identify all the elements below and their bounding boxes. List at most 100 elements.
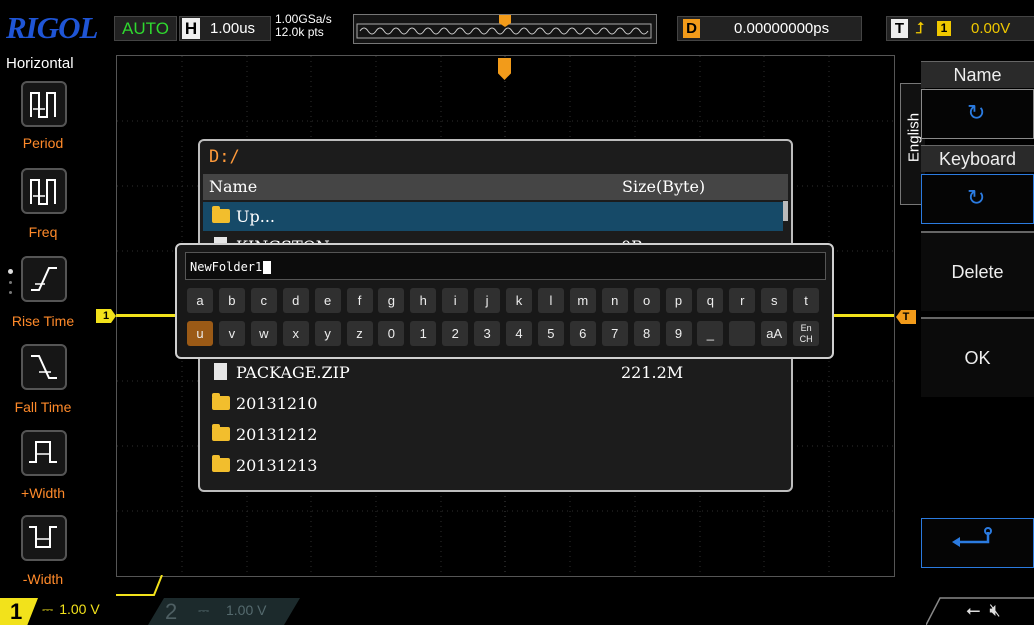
- key-q[interactable]: q: [697, 288, 724, 313]
- ch1-scale-value: 1.00 V: [59, 601, 100, 617]
- file-name: PACKAGE.ZIP: [236, 363, 350, 382]
- key-p[interactable]: p: [665, 288, 692, 313]
- key-1[interactable]: 1: [410, 321, 437, 346]
- key-j[interactable]: j: [474, 288, 501, 313]
- menu-page-dot: [9, 291, 12, 294]
- language-label: English: [905, 112, 923, 163]
- delete-button[interactable]: Delete: [921, 231, 1034, 311]
- key-_[interactable]: _: [697, 321, 724, 346]
- key-En-CH[interactable]: En CH: [793, 321, 820, 346]
- key-5[interactable]: 5: [537, 321, 564, 346]
- key-space[interactable]: [729, 321, 756, 346]
- up-folder-icon: [212, 206, 230, 223]
- key-l[interactable]: l: [537, 288, 564, 313]
- keyboard-knob-box[interactable]: ↻: [921, 174, 1034, 224]
- period-icon: [21, 81, 67, 127]
- memory-overview-bar: [353, 14, 657, 44]
- run-status[interactable]: AUTO: [114, 16, 177, 41]
- trigger-display[interactable]: T ⮥ 1 0.00V: [886, 16, 1034, 41]
- horizontal-timebase[interactable]: H 1.00us: [179, 16, 271, 41]
- key-4[interactable]: 4: [506, 321, 532, 346]
- ch2-badge[interactable]: 2 ⎓ 1.00 V: [148, 598, 300, 625]
- period-label: Period: [22, 135, 64, 151]
- key-7[interactable]: 7: [601, 321, 628, 346]
- key-i[interactable]: i: [442, 288, 469, 313]
- rising-edge-icon: ⮥: [915, 20, 925, 37]
- dc-coupling-icon: ⎓: [198, 602, 210, 618]
- rise-time-icon: [21, 256, 67, 302]
- current-path: D:/: [209, 147, 240, 167]
- keyboard-header: Keyboard: [921, 145, 1034, 172]
- folder-icon: [212, 424, 230, 441]
- speaker-mute-icon: 🔇︎: [989, 600, 1001, 620]
- file-name: 20131213: [236, 456, 318, 475]
- key-8[interactable]: 8: [633, 321, 660, 346]
- key-u[interactable]: u: [187, 321, 213, 346]
- key-k[interactable]: k: [506, 288, 532, 313]
- file-row[interactable]: 20131213: [203, 451, 783, 480]
- key-b[interactable]: b: [218, 288, 245, 313]
- key-m[interactable]: m: [569, 288, 596, 313]
- fall-time-icon: [21, 344, 67, 390]
- return-button[interactable]: [921, 518, 1034, 568]
- col-name: Name: [209, 177, 258, 196]
- key-c[interactable]: c: [250, 288, 277, 313]
- freq-icon: [21, 168, 67, 214]
- left-measure-menu: Horizontal Period Freq Rise Time Fall Ti…: [0, 55, 82, 595]
- file-name: 20131210: [236, 394, 318, 413]
- folder-icon: [212, 455, 230, 472]
- ch1-offset-marker[interactable]: 1: [96, 309, 116, 323]
- file-size: 221.2M: [621, 363, 684, 382]
- positive-width-icon: [21, 430, 67, 476]
- rigol-logo: RIGOL: [6, 10, 98, 45]
- name-knob-box[interactable]: ↻: [921, 89, 1034, 139]
- file-row[interactable]: 20131210: [203, 389, 783, 418]
- key-y[interactable]: y: [314, 321, 341, 346]
- key-o[interactable]: o: [633, 288, 660, 313]
- key-n[interactable]: n: [601, 288, 628, 313]
- file-row[interactable]: PACKAGE.ZIP 221.2M: [203, 358, 783, 387]
- positive-width-label: +Width: [21, 485, 65, 501]
- trigger-label: T: [891, 19, 908, 38]
- memory-waveform-icon: [356, 15, 652, 39]
- file-icon: [214, 363, 227, 380]
- key-3[interactable]: 3: [474, 321, 501, 346]
- right-softkey-menu: English Name ↻ Keyboard ↻ Delete OK: [893, 55, 1034, 595]
- key-0[interactable]: 0: [378, 321, 405, 346]
- key-h[interactable]: h: [410, 288, 437, 313]
- key-d[interactable]: d: [282, 288, 309, 313]
- trigger-source: 1: [937, 21, 951, 36]
- ch2-label: 2: [165, 599, 178, 624]
- file-row-up[interactable]: Up...: [203, 202, 783, 231]
- key-g[interactable]: g: [378, 288, 405, 313]
- key-v[interactable]: v: [218, 321, 245, 346]
- delay-value: 0.00000000ps: [734, 20, 830, 37]
- negative-width-label: -Width: [22, 571, 64, 587]
- key-r[interactable]: r: [729, 288, 756, 313]
- delay-display[interactable]: D 0.00000000ps: [677, 16, 862, 41]
- scrollbar-thumb[interactable]: [783, 201, 788, 221]
- filename-input[interactable]: NewFolder1: [185, 252, 826, 280]
- ok-button[interactable]: OK: [921, 317, 1034, 397]
- key-w[interactable]: w: [250, 321, 277, 346]
- file-name: Up...: [236, 207, 275, 226]
- key-6[interactable]: 6: [569, 321, 596, 346]
- ch2-scale: 1.00 V: [226, 602, 267, 618]
- key-e[interactable]: e: [314, 288, 341, 313]
- name-header: Name: [921, 61, 1034, 88]
- key-a[interactable]: a: [187, 288, 213, 313]
- key-x[interactable]: x: [282, 321, 309, 346]
- key-t[interactable]: t: [793, 288, 820, 313]
- key-9[interactable]: 9: [665, 321, 692, 346]
- menu-title: Horizontal: [6, 55, 74, 72]
- file-list-header: Name Size(Byte): [203, 174, 788, 200]
- key-f[interactable]: f: [346, 288, 373, 313]
- status-icons: ⭠ 🔇︎: [966, 600, 1001, 621]
- key-s[interactable]: s: [761, 288, 788, 313]
- file-row[interactable]: 20131212: [203, 420, 783, 449]
- ch1-scale[interactable]: ⎓ 1.00 V: [42, 601, 100, 618]
- virtual-keyboard: NewFolder1 abcdefghijklmnopqrst uvwxyz012…: [175, 243, 834, 359]
- key-z[interactable]: z: [346, 321, 373, 346]
- key-2[interactable]: 2: [442, 321, 469, 346]
- key-aA[interactable]: aA: [761, 321, 788, 346]
